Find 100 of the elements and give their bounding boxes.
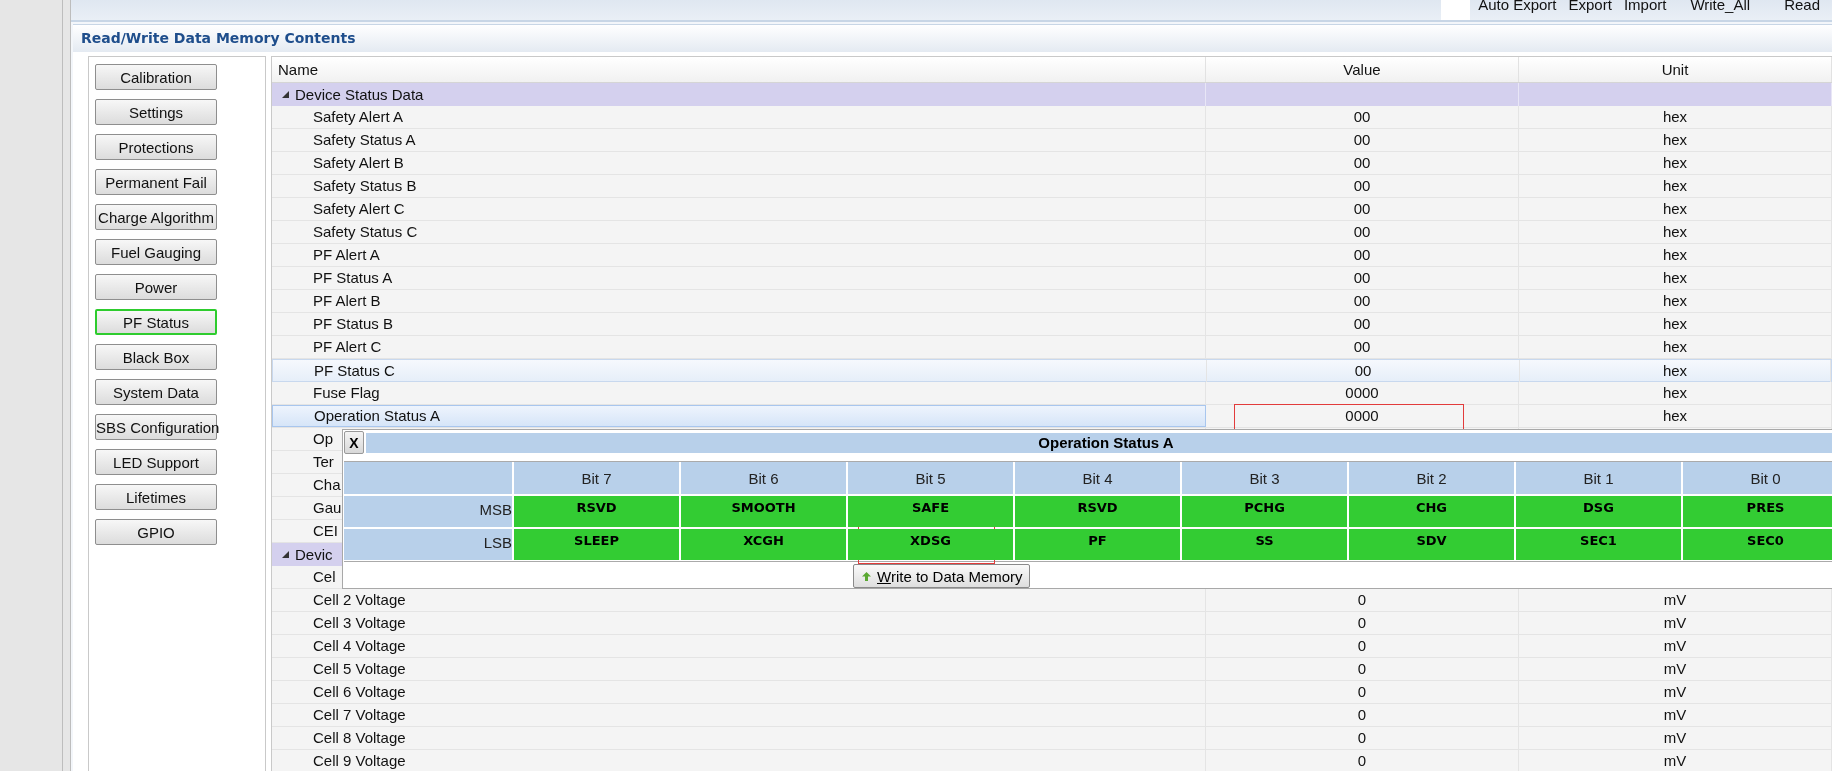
bit-cell[interactable]: PRES: [1683, 496, 1832, 527]
bit-cell[interactable]: DSG: [1516, 496, 1681, 527]
bit-cell[interactable]: SEC0: [1683, 529, 1832, 560]
column-header[interactable]: Unit: [1519, 57, 1832, 82]
collapse-triangle-icon[interactable]: [282, 551, 289, 558]
bit-cell[interactable]: RSVD: [514, 496, 679, 527]
name-cell[interactable]: PF Status B: [272, 313, 1206, 335]
value-cell[interactable]: 0: [1206, 658, 1519, 680]
category-button[interactable]: GPIO: [95, 519, 217, 545]
column-header[interactable]: Name: [272, 57, 1206, 82]
name-cell[interactable]: PF Status A: [272, 267, 1206, 289]
collapse-triangle-icon[interactable]: [282, 91, 289, 98]
toolbar-link[interactable]: Write_All: [1690, 0, 1751, 12]
unit-cell: hex: [1519, 290, 1832, 312]
name-cell[interactable]: Cell 9 Voltage: [272, 750, 1206, 771]
value-cell[interactable]: 0: [1206, 750, 1519, 771]
category-button[interactable]: Calibration: [95, 64, 217, 90]
category-button[interactable]: PF Status: [95, 309, 217, 335]
bit-cell[interactable]: CHG: [1349, 496, 1514, 527]
value-cell[interactable]: 0: [1206, 635, 1519, 657]
name-cell[interactable]: Safety Status A: [272, 129, 1206, 151]
category-button[interactable]: Black Box: [95, 344, 217, 370]
value-cell[interactable]: 00: [1206, 290, 1519, 312]
search-field[interactable]: [1441, 0, 1471, 20]
value-cell[interactable]: 00: [1206, 175, 1519, 197]
write-button[interactable]: Write to Data Memory: [853, 564, 1030, 588]
toolbar-link[interactable]: Read: [1784, 0, 1820, 12]
column-header[interactable]: Value: [1206, 57, 1519, 82]
bit-cell[interactable]: SEC1: [1516, 529, 1681, 560]
column-header: Bit 3: [1182, 462, 1347, 494]
name-cell[interactable]: Cell 6 Voltage: [272, 681, 1206, 703]
name-cell[interactable]: PF Alert A: [272, 244, 1206, 266]
value-cell[interactable]: 00: [1206, 221, 1519, 243]
category-button[interactable]: Settings: [95, 99, 217, 125]
category-button[interactable]: System Data: [95, 379, 217, 405]
category-button[interactable]: Permanent Fail: [95, 169, 217, 195]
category-button[interactable]: Charge Algorithm: [95, 204, 217, 230]
name-cell[interactable]: PF Alert B: [272, 290, 1206, 312]
unit-cell: mV: [1519, 704, 1832, 726]
name-cell[interactable]: Cell 5 Voltage: [272, 658, 1206, 680]
value-cell[interactable]: 00: [1206, 336, 1519, 358]
up-arrow-icon: [862, 571, 871, 581]
category-button[interactable]: Protections: [95, 134, 217, 160]
name-cell[interactable]: PF Alert C: [272, 336, 1206, 358]
value-cell[interactable]: 00: [1206, 152, 1519, 174]
unit-cell: mV: [1519, 681, 1832, 703]
bit-cell[interactable]: XCGH: [681, 529, 846, 560]
unit-cell: hex: [1519, 221, 1832, 243]
unit-cell: hex: [1519, 106, 1832, 128]
bit-cell[interactable]: SAFE: [848, 496, 1013, 527]
category-button[interactable]: Lifetimes: [95, 484, 217, 510]
name-cell[interactable]: Safety Status B: [272, 175, 1206, 197]
bit-cell[interactable]: SS: [1182, 529, 1347, 560]
toolbar-link[interactable]: Export: [1568, 0, 1612, 12]
value-cell[interactable]: 0: [1206, 727, 1519, 749]
unit-cell: hex: [1519, 313, 1832, 335]
category-button[interactable]: Power: [95, 274, 217, 300]
value-cell[interactable]: 00: [1206, 267, 1519, 289]
bit-cell[interactable]: SMOOTH: [681, 496, 846, 527]
name-cell[interactable]: Safety Alert C: [272, 198, 1206, 220]
name-cell[interactable]: Safety Status C: [272, 221, 1206, 243]
category-button[interactable]: LED Support: [95, 449, 217, 475]
bit-cell[interactable]: PCHG: [1182, 496, 1347, 527]
value-cell[interactable]: 0: [1206, 612, 1519, 634]
value-cell[interactable]: 0: [1206, 704, 1519, 726]
name-cell[interactable]: Safety Alert B: [272, 152, 1206, 174]
name-cell[interactable]: Cell 4 Voltage: [272, 635, 1206, 657]
name-cell[interactable]: Fuse Flag: [272, 382, 1206, 404]
name-cell[interactable]: Cell 3 Voltage: [272, 612, 1206, 634]
unit-cell: hex: [1519, 336, 1832, 358]
bit-cell[interactable]: SLEEP: [514, 529, 679, 560]
dialog-title: Operation Status A: [366, 433, 1832, 453]
group-label: Device Status Data: [295, 86, 424, 103]
value-cell[interactable]: 00: [1206, 106, 1519, 128]
unit-cell: hex: [1519, 175, 1832, 197]
name-cell[interactable]: Cell 7 Voltage: [272, 704, 1206, 726]
value-cell[interactable]: 00: [1206, 198, 1519, 220]
column-header: Bit 1: [1516, 462, 1681, 494]
name-cell[interactable]: Safety Alert A: [272, 106, 1206, 128]
toolbar-link[interactable]: Import: [1623, 0, 1667, 12]
bit-cell[interactable]: RSVD: [1015, 496, 1180, 527]
value-cell[interactable]: 00: [1206, 313, 1519, 335]
bit-cell[interactable]: PF: [1015, 529, 1180, 560]
category-button[interactable]: Fuel Gauging: [95, 239, 217, 265]
close-button[interactable]: X: [344, 431, 364, 454]
value-cell[interactable]: 0000: [1206, 382, 1519, 404]
bit-cell[interactable]: SDV: [1349, 529, 1514, 560]
category-button[interactable]: SBS Configuration: [95, 414, 217, 440]
name-cell[interactable]: Cell 8 Voltage: [272, 727, 1206, 749]
unit-cell: mV: [1519, 727, 1832, 749]
unit-cell: mV: [1519, 612, 1832, 634]
value-cell[interactable]: 00: [1206, 129, 1519, 151]
value-cell[interactable]: 00: [1206, 244, 1519, 266]
unit-cell: hex: [1519, 405, 1832, 427]
value-cell[interactable]: 0: [1206, 681, 1519, 703]
toolbar-link[interactable]: Auto Export: [1478, 0, 1557, 12]
column-header: Bit 0: [1683, 462, 1832, 494]
name-cell[interactable]: Operation Status A: [272, 405, 1206, 427]
column-header: Bit 5: [848, 462, 1013, 494]
bit-cell[interactable]: XDSG: [848, 529, 1013, 560]
